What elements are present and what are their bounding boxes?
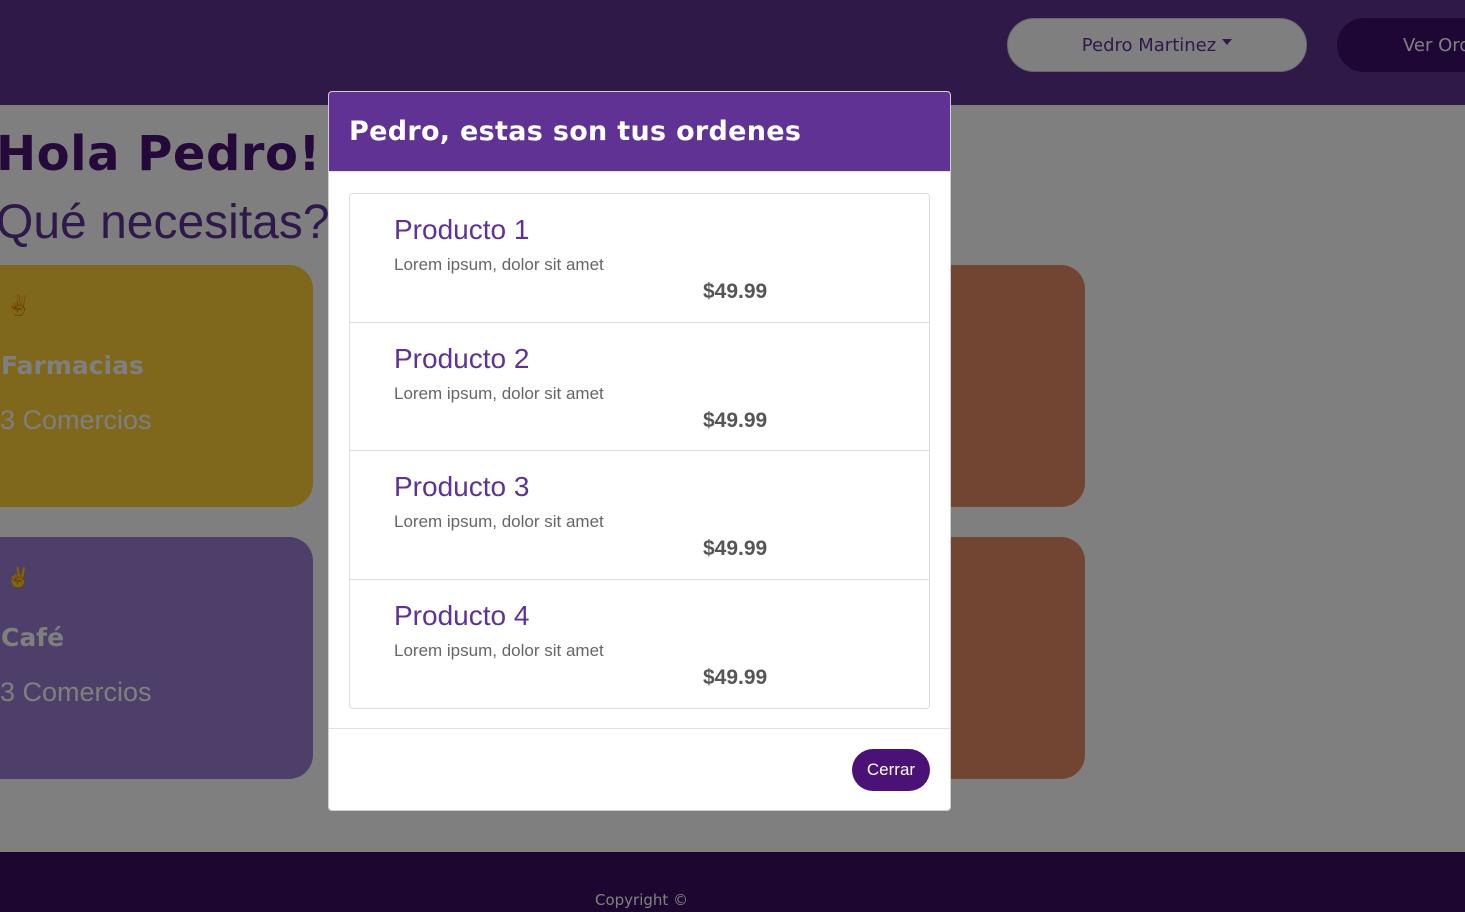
product-name: Producto 2 (394, 342, 530, 374)
list-item: Producto 1 Lorem ipsum, dolor sit amet $… (350, 194, 929, 323)
list-item: Producto 2 Lorem ipsum, dolor sit amet $… (350, 323, 929, 451)
modal-footer: Cerrar (329, 729, 950, 810)
product-description: Lorem ipsum, dolor sit amet (394, 512, 604, 531)
close-button[interactable]: Cerrar (852, 749, 930, 791)
product-name: Producto 1 (394, 214, 530, 245)
product-price: $49.99 (703, 408, 768, 432)
orders-list: Producto 1 Lorem ipsum, dolor sit amet $… (349, 193, 930, 709)
orders-modal: Pedro, estas son tus ordenes Producto 1 … (328, 91, 951, 811)
product-price: $49.99 (703, 665, 768, 689)
modal-body: Producto 1 Lorem ipsum, dolor sit amet $… (329, 172, 950, 729)
product-description: Lorem ipsum, dolor sit amet (394, 383, 604, 403)
product-description: Lorem ipsum, dolor sit amet (394, 255, 604, 274)
product-name: Producto 4 (394, 599, 530, 631)
list-item: Producto 4 Lorem ipsum, dolor sit amet $… (350, 580, 929, 709)
list-item: Producto 3 Lorem ipsum, dolor sit amet $… (350, 451, 929, 580)
product-price: $49.99 (703, 280, 768, 303)
product-name: Producto 3 (394, 471, 530, 502)
product-description: Lorem ipsum, dolor sit amet (394, 640, 604, 660)
modal-title: Pedro, estas son tus ordenes (349, 116, 802, 147)
product-price: $49.99 (703, 537, 768, 560)
modal-header: Pedro, estas son tus ordenes (329, 92, 950, 172)
